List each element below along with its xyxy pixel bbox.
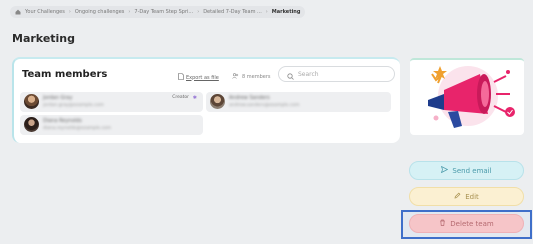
pencil-icon — [454, 192, 461, 201]
file-icon — [178, 73, 184, 82]
export-file-link[interactable]: Export as file — [178, 73, 219, 82]
trash-icon — [439, 219, 446, 228]
member-name: Jordan Gray — [43, 95, 73, 101]
breadcrumb-item-challenge-detail[interactable]: Detailed 7-Day Team ... — [203, 9, 262, 15]
members-count: 8 members — [232, 73, 271, 81]
creator-star-icon: ✱ — [192, 95, 197, 101]
breadcrumb-separator: › — [197, 9, 200, 15]
search-icon — [287, 65, 294, 84]
member-email: jordan.gray@example.com — [43, 103, 104, 108]
team-illustration — [410, 58, 524, 135]
breadcrumb-separator: › — [128, 9, 131, 15]
export-file-label: Export as file — [186, 74, 219, 81]
breadcrumb-item-ongoing-challenges[interactable]: Ongoing challenges — [75, 9, 125, 15]
member-email: andrew.sanders@example.com — [229, 103, 300, 108]
member-email: diana.reynolds@example.com — [43, 126, 112, 131]
search-input[interactable] — [298, 70, 383, 78]
send-email-button[interactable]: Send email — [409, 161, 524, 180]
breadcrumb-separator: › — [265, 9, 268, 15]
page-title: Marketing — [12, 32, 76, 45]
team-members-card: Team members Export as file 8 members Jo… — [12, 57, 400, 143]
edit-label: Edit — [465, 192, 479, 201]
avatar — [210, 94, 225, 109]
edit-button[interactable]: Edit — [409, 187, 524, 206]
users-icon — [232, 73, 239, 81]
member-search[interactable] — [278, 66, 395, 82]
email-icon — [441, 165, 449, 175]
delete-team-label: Delete team — [450, 219, 494, 228]
breadcrumb-separator: › — [68, 9, 71, 15]
breadcrumb: Your Challenges › Ongoing challenges › 7… — [10, 6, 306, 18]
team-members-title: Team members — [22, 69, 108, 80]
creator-badge: Creator — [172, 95, 189, 100]
breadcrumb-item-challenge[interactable]: 7-Day Team Step Spri... — [134, 9, 193, 15]
delete-team-button[interactable]: Delete team — [409, 214, 524, 233]
member-row[interactable]: Jordan Gray jordan.gray@example.com Crea… — [20, 92, 203, 112]
send-email-label: Send email — [452, 166, 492, 175]
breadcrumb-item-your-challenges[interactable]: Your Challenges — [25, 9, 65, 15]
member-name: Andrew Sanders — [229, 95, 270, 101]
member-row[interactable]: Diana Reynolds diana.reynolds@example.co… — [20, 115, 203, 135]
avatar — [24, 117, 39, 132]
megaphone-icon — [428, 66, 515, 128]
breadcrumb-item-current: Marketing — [271, 9, 301, 15]
home-icon[interactable] — [15, 9, 21, 15]
members-count-label: 8 members — [242, 74, 271, 80]
member-row[interactable]: Andrew Sanders andrew.sanders@example.co… — [206, 92, 391, 112]
avatar — [24, 94, 39, 109]
member-name: Diana Reynolds — [43, 118, 82, 124]
